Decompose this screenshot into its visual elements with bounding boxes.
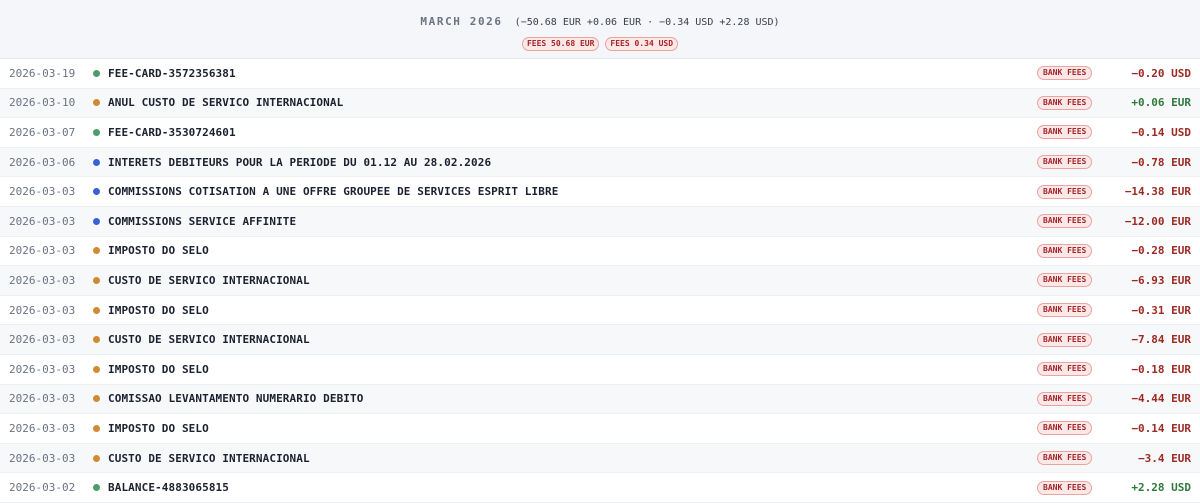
month-summary: (−50.68 EUR +0.06 EUR · −0.34 USD +2.28 … — [514, 17, 780, 28]
transaction-amount: −0.18 EUR — [1131, 362, 1191, 376]
transaction-row[interactable]: 2026-03-03 CUSTO DE SERVICO INTERNACIONAL… — [0, 443, 1200, 474]
transaction-amount: −4.44 EUR — [1131, 392, 1191, 406]
transaction-row[interactable]: 2026-03-10 ANUL CUSTO DE SERVICO INTERNAC… — [0, 88, 1200, 119]
category-tag[interactable]: BANK FEES — [1037, 362, 1093, 377]
category-tag[interactable]: BANK FEES — [1037, 451, 1093, 466]
transaction-row[interactable]: 2026-03-03 COMISSAO LEVANTAMENTO NUMERARI… — [0, 384, 1200, 415]
transaction-row[interactable]: 2026-03-02 BALANCE-4883065815 BANK FEES +2.… — [0, 473, 1200, 503]
category-tag[interactable]: BANK FEES — [1037, 273, 1093, 288]
transaction-date: 2026-03-03 — [9, 333, 76, 347]
fee-badges: FEES 50.68 EUR FEES 0.34 USD — [0, 37, 1200, 51]
transaction-amount: −0.20 USD — [1131, 66, 1191, 80]
transaction-date: 2026-03-03 — [9, 451, 76, 465]
category-tag[interactable]: BANK FEES — [1037, 332, 1093, 347]
category-tag[interactable]: BANK FEES — [1037, 243, 1093, 258]
account-dot-icon — [93, 99, 100, 107]
transaction-row[interactable]: 2026-03-03 IMPOSTO DO SELO BANK FEES −0.18 … — [0, 355, 1200, 385]
category-tag[interactable]: BANK FEES — [1037, 480, 1093, 495]
transaction-list: 2026-03-19 FEE-CARD-3572356381 BANK FEES −0… — [0, 59, 1200, 503]
account-dot-icon — [93, 365, 100, 373]
transaction-row[interactable]: 2026-03-03 COMMISSIONS SERVICE AFFINITE BA… — [0, 206, 1200, 237]
account-dot-icon — [93, 69, 100, 77]
month-title-line: MARCH 2026 (−50.68 EUR +0.06 EUR · −0.34… — [0, 15, 1200, 30]
transaction-amount: +2.28 USD — [1131, 481, 1191, 495]
transaction-amount: −14.38 EUR — [1124, 185, 1191, 199]
transaction-row[interactable]: 2026-03-03 CUSTO DE SERVICO INTERNACIONAL… — [0, 325, 1200, 355]
account-dot-icon — [93, 336, 100, 344]
account-dot-icon — [93, 158, 100, 166]
category-tag[interactable]: BANK FEES — [1037, 184, 1093, 199]
category-tag[interactable]: BANK FEES — [1037, 125, 1093, 140]
transaction-date: 2026-03-03 — [9, 214, 76, 228]
transaction-date: 2026-03-07 — [9, 125, 76, 139]
transaction-amount: −6.93 EUR — [1131, 273, 1191, 287]
category-tag[interactable]: BANK FEES — [1037, 421, 1093, 436]
category-tag[interactable]: BANK FEES — [1037, 95, 1093, 110]
month-header: MARCH 2026 (−50.68 EUR +0.06 EUR · −0.34… — [0, 0, 1200, 59]
account-dot-icon — [93, 276, 100, 284]
transaction-amount: −0.31 EUR — [1131, 303, 1191, 317]
category-tag[interactable]: BANK FEES — [1037, 155, 1093, 170]
fees-eur-badge: FEES 50.68 EUR — [521, 37, 600, 51]
transaction-date: 2026-03-03 — [9, 303, 76, 317]
transaction-row[interactable]: 2026-03-07 FEE-CARD-3530724601 BANK FEES −0… — [0, 118, 1200, 148]
account-dot-icon — [93, 247, 100, 255]
transaction-amount: −0.28 EUR — [1131, 244, 1191, 258]
transaction-date: 2026-03-02 — [9, 481, 76, 495]
transaction-date: 2026-03-03 — [9, 273, 76, 287]
transaction-amount: −12.00 EUR — [1124, 214, 1191, 228]
transaction-row[interactable]: 2026-03-03 IMPOSTO DO SELO BANK FEES −0.31 … — [0, 296, 1200, 326]
transaction-date: 2026-03-03 — [9, 185, 76, 199]
category-tag[interactable]: BANK FEES — [1037, 303, 1093, 318]
transaction-row[interactable]: 2026-03-06 INTERETS DEBITEURS POUR LA PER… — [0, 147, 1200, 178]
transaction-row[interactable]: 2026-03-19 FEE-CARD-3572356381 BANK FEES −0… — [0, 59, 1200, 89]
account-dot-icon — [93, 424, 100, 432]
transaction-date: 2026-03-03 — [9, 392, 76, 406]
account-dot-icon — [93, 395, 100, 403]
transaction-row[interactable]: 2026-03-03 IMPOSTO DO SELO BANK FEES −0.14 … — [0, 414, 1200, 444]
month-label: MARCH 2026 — [420, 15, 503, 28]
account-dot-icon — [93, 128, 100, 136]
transaction-amount: −0.14 USD — [1131, 125, 1191, 139]
category-tag[interactable]: BANK FEES — [1037, 66, 1093, 81]
transaction-amount: −7.84 EUR — [1131, 333, 1191, 347]
transaction-date: 2026-03-03 — [9, 421, 76, 435]
transaction-date: 2026-03-19 — [9, 66, 76, 80]
category-tag[interactable]: BANK FEES — [1037, 214, 1093, 229]
transaction-date: 2026-03-03 — [9, 244, 76, 258]
transaction-date: 2026-03-06 — [9, 155, 76, 169]
transaction-amount: +0.06 EUR — [1131, 96, 1191, 110]
account-dot-icon — [93, 188, 100, 196]
transaction-amount: −0.14 EUR — [1131, 421, 1191, 435]
account-dot-icon — [93, 306, 100, 314]
transaction-row[interactable]: 2026-03-03 IMPOSTO DO SELO BANK FEES −0.28 … — [0, 237, 1200, 267]
account-dot-icon — [93, 484, 100, 492]
fees-usd-badge: FEES 0.34 USD — [605, 37, 679, 51]
transaction-date: 2026-03-10 — [9, 96, 76, 110]
account-dot-icon — [93, 454, 100, 462]
transaction-amount: −3.4 EUR — [1138, 451, 1191, 465]
transaction-row[interactable]: 2026-03-03 CUSTO DE SERVICO INTERNACIONAL… — [0, 266, 1200, 296]
account-dot-icon — [93, 217, 100, 225]
transaction-row[interactable]: 2026-03-03 COMMISSIONS COTISATION A UNE O… — [0, 177, 1200, 207]
transaction-amount: −0.78 EUR — [1131, 155, 1191, 169]
category-tag[interactable]: BANK FEES — [1037, 391, 1093, 406]
transaction-date: 2026-03-03 — [9, 362, 76, 376]
